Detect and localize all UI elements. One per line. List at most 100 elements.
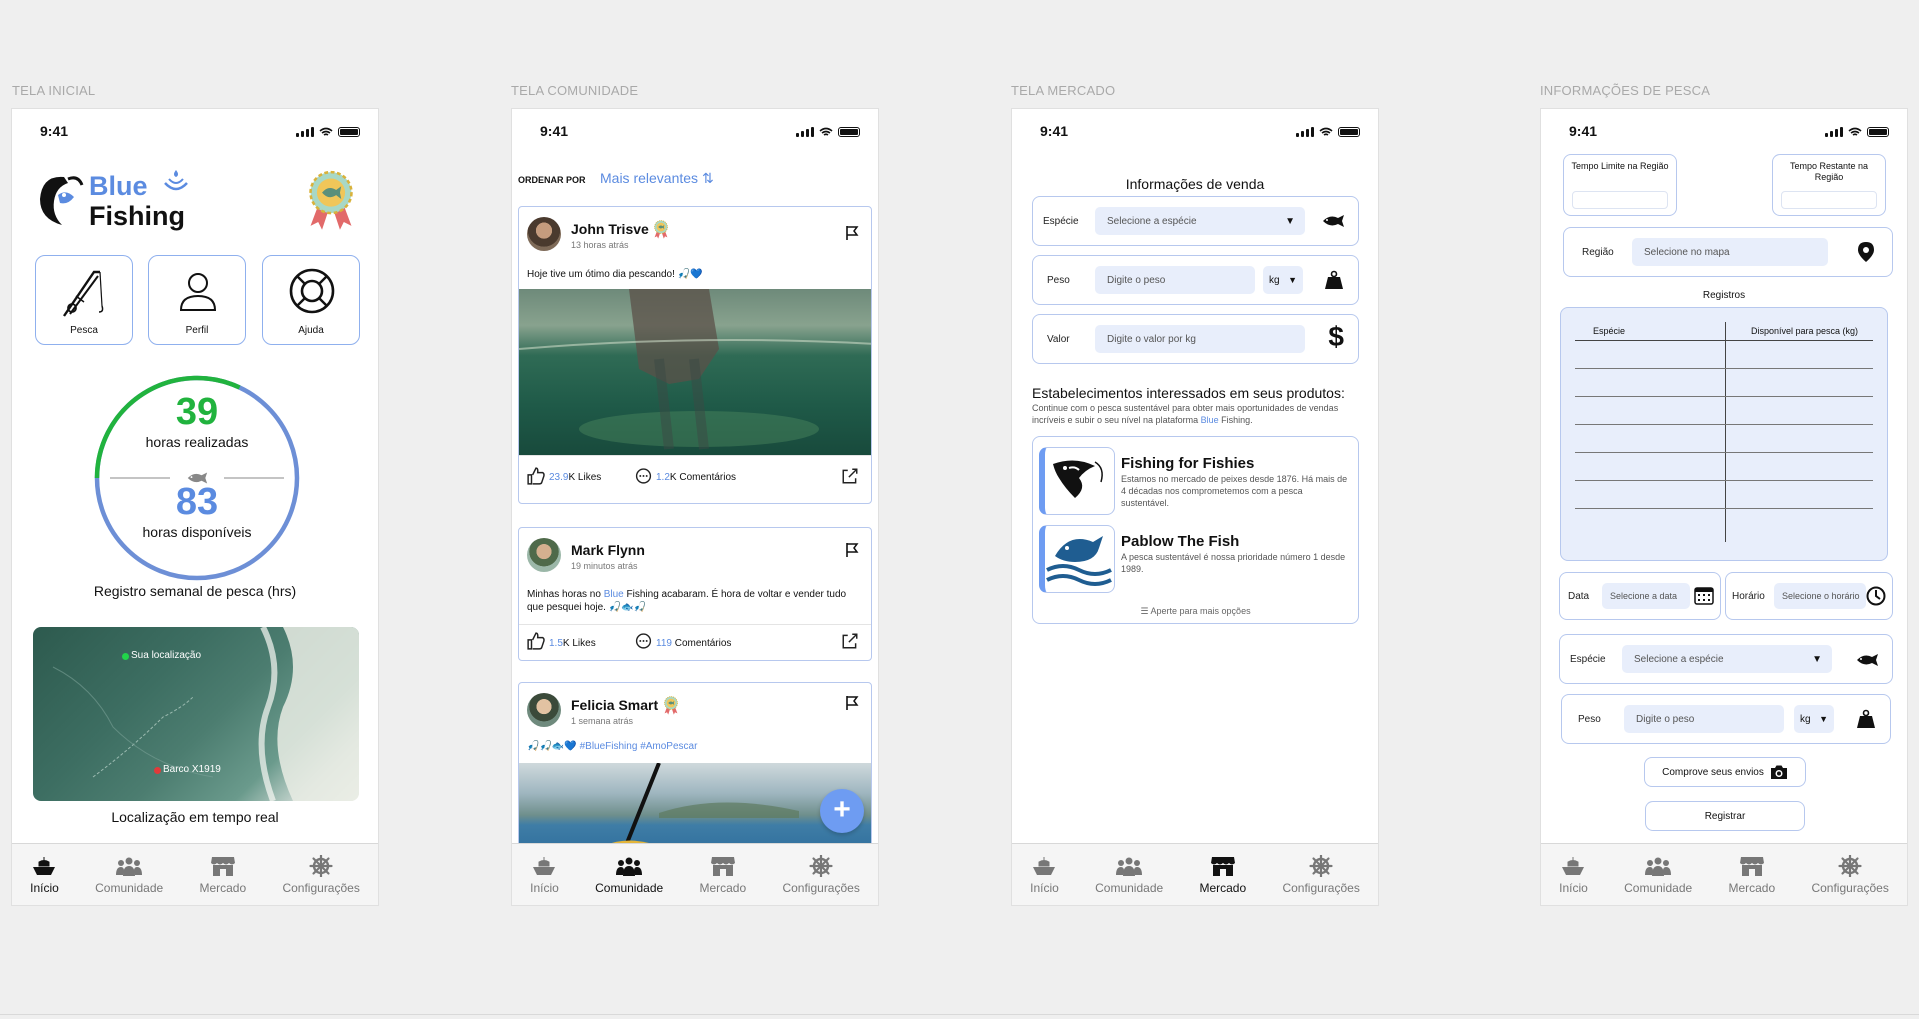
my-location-pin-icon[interactable] — [122, 653, 129, 660]
post-text-part: Minhas horas no — [527, 589, 604, 600]
signal-icon — [1296, 127, 1314, 137]
post-time: 1 semana atrás — [571, 716, 634, 726]
tab-settings[interactable]: Configurações — [1282, 855, 1360, 895]
weight-icon — [1856, 709, 1876, 729]
tab-settings-label: Configurações — [282, 880, 360, 895]
battery-icon — [1338, 127, 1360, 137]
shop-name[interactable]: Pablow The Fish — [1121, 533, 1239, 550]
new-post-plus-icon[interactable]: + — [820, 789, 864, 833]
shop-logo[interactable] — [1039, 447, 1115, 515]
help-button[interactable]: Ajuda — [262, 255, 360, 345]
tab-market[interactable]: Mercado — [1199, 855, 1246, 895]
col-available: Disponível para pesca (kg) — [1751, 326, 1859, 336]
tab-home[interactable]: Início — [30, 855, 59, 895]
region-input[interactable]: Selecione no mapa — [1632, 238, 1828, 266]
post-author[interactable]: Mark Flynn — [571, 542, 645, 558]
post-text: Hoje tive um ótimo dia pescando! 🎣💙 — [527, 269, 703, 280]
medal-icon — [663, 695, 679, 715]
community-screen: 9:41 ORDENAR POR Mais relevantes ⇅ John … — [511, 108, 879, 906]
register-button[interactable]: Registrar — [1645, 801, 1805, 831]
store-icon — [1210, 855, 1236, 877]
fishing-button[interactable]: Pesca — [35, 255, 133, 345]
helm-icon — [1308, 855, 1334, 877]
tab-market[interactable]: Mercado — [1728, 855, 1775, 895]
tab-market[interactable]: Mercado — [699, 855, 746, 895]
location-map[interactable]: Sua localização Barco X1919 — [33, 627, 359, 801]
region-row: Região Selecione no mapa — [1563, 227, 1893, 277]
helm-icon — [1837, 855, 1863, 877]
like-icon[interactable] — [527, 632, 545, 650]
tab-home[interactable]: Início — [530, 855, 559, 895]
map-pin-icon[interactable] — [1858, 242, 1874, 262]
hashtag[interactable]: #BlueFishing — [580, 741, 638, 752]
avatar[interactable] — [527, 538, 561, 572]
profile-button[interactable]: Perfil — [148, 255, 246, 345]
comment-icon[interactable] — [635, 633, 652, 650]
tab-settings[interactable]: Configurações — [1811, 855, 1889, 895]
weight-placeholder: Digite o peso — [1636, 713, 1695, 725]
hashtag[interactable]: #AmoPescar — [640, 741, 697, 752]
tab-settings[interactable]: Configurações — [782, 855, 860, 895]
post-author[interactable]: John Trisve — [571, 221, 649, 237]
tab-market-label: Mercado — [1728, 880, 1776, 895]
date-row: Data Selecione a data — [1559, 572, 1721, 620]
tab-community[interactable]: Comunidade — [595, 855, 663, 895]
avatar[interactable] — [527, 693, 561, 727]
proof-upload-button[interactable]: Comprove seus envios — [1644, 757, 1806, 787]
report-flag-icon[interactable] — [845, 225, 859, 241]
tab-settings[interactable]: Configurações — [282, 855, 360, 895]
hours-available-value: 83 — [175, 481, 219, 523]
calendar-icon[interactable] — [1694, 585, 1714, 605]
tab-market-label: Mercado — [1199, 880, 1247, 895]
weight-input[interactable]: Digite o peso — [1624, 705, 1784, 733]
tab-community[interactable]: Comunidade — [95, 855, 163, 895]
unit-select[interactable]: kg ▼ — [1263, 266, 1303, 294]
like-icon[interactable] — [527, 467, 545, 485]
tab-home-label: Início — [1559, 880, 1588, 895]
tab-home[interactable]: Início — [1559, 855, 1588, 895]
profile-button-label: Perfil — [185, 325, 209, 336]
boat-pin-icon[interactable] — [154, 767, 161, 774]
medal-icon[interactable] — [302, 167, 360, 231]
date-input[interactable]: Selecione a data — [1602, 583, 1690, 609]
share-icon[interactable] — [841, 632, 859, 650]
time-limit-box: Tempo Limite na Região — [1563, 154, 1677, 216]
avatar[interactable] — [527, 217, 561, 251]
tab-community[interactable]: Comunidade — [1624, 855, 1692, 895]
more-options-button[interactable]: ☰ Aperte para mais opções — [1033, 606, 1358, 617]
tab-market[interactable]: Mercado — [199, 855, 246, 895]
sort-select[interactable]: Mais relevantes ⇅ — [600, 170, 714, 187]
tab-home[interactable]: Início — [1030, 855, 1059, 895]
species-select[interactable]: Selecione a espécie ▼ — [1095, 207, 1305, 235]
boat-icon — [531, 855, 557, 877]
unit-select[interactable]: kg ▼ — [1794, 705, 1834, 733]
report-flag-icon[interactable] — [845, 542, 859, 558]
post-text: Minhas horas no Blue Fishing acabaram. É… — [527, 588, 863, 614]
post-photo[interactable] — [519, 289, 871, 455]
time-input[interactable]: Selecione o horário — [1774, 583, 1866, 609]
value-row: Valor Digite o valor por kg $ — [1032, 314, 1359, 364]
value-input[interactable]: Digite o valor por kg — [1095, 325, 1305, 353]
tab-community[interactable]: Comunidade — [1095, 855, 1163, 895]
signal-icon — [796, 127, 814, 137]
store-icon — [210, 855, 236, 877]
share-icon[interactable] — [841, 467, 859, 485]
post-author[interactable]: Felicia Smart — [571, 697, 658, 713]
shop-logo[interactable] — [1039, 525, 1115, 593]
comment-icon[interactable] — [635, 468, 652, 485]
dollar-icon: $ — [1328, 321, 1344, 352]
report-flag-icon[interactable] — [845, 695, 859, 711]
species-select[interactable]: Selecione a espécie ▼ — [1622, 645, 1832, 673]
clock-icon[interactable] — [1866, 586, 1886, 606]
shop-name[interactable]: Fishing for Fishies — [1121, 455, 1254, 472]
species-label: Espécie — [1570, 654, 1606, 665]
comments-unit: K Comentários — [669, 472, 737, 483]
time-limit-label: Tempo Limite na Região — [1571, 161, 1669, 171]
frame-label-home: TELA INICIAL — [12, 83, 96, 98]
weight-input[interactable]: Digite o peso — [1095, 266, 1255, 294]
proof-upload-label: Comprove seus envios — [1662, 766, 1764, 778]
user-icon — [179, 273, 217, 311]
time-row: Horário Selecione o horário — [1725, 572, 1893, 620]
signal-icon — [1825, 127, 1843, 137]
sale-info-title: Informações de venda — [1125, 176, 1265, 192]
